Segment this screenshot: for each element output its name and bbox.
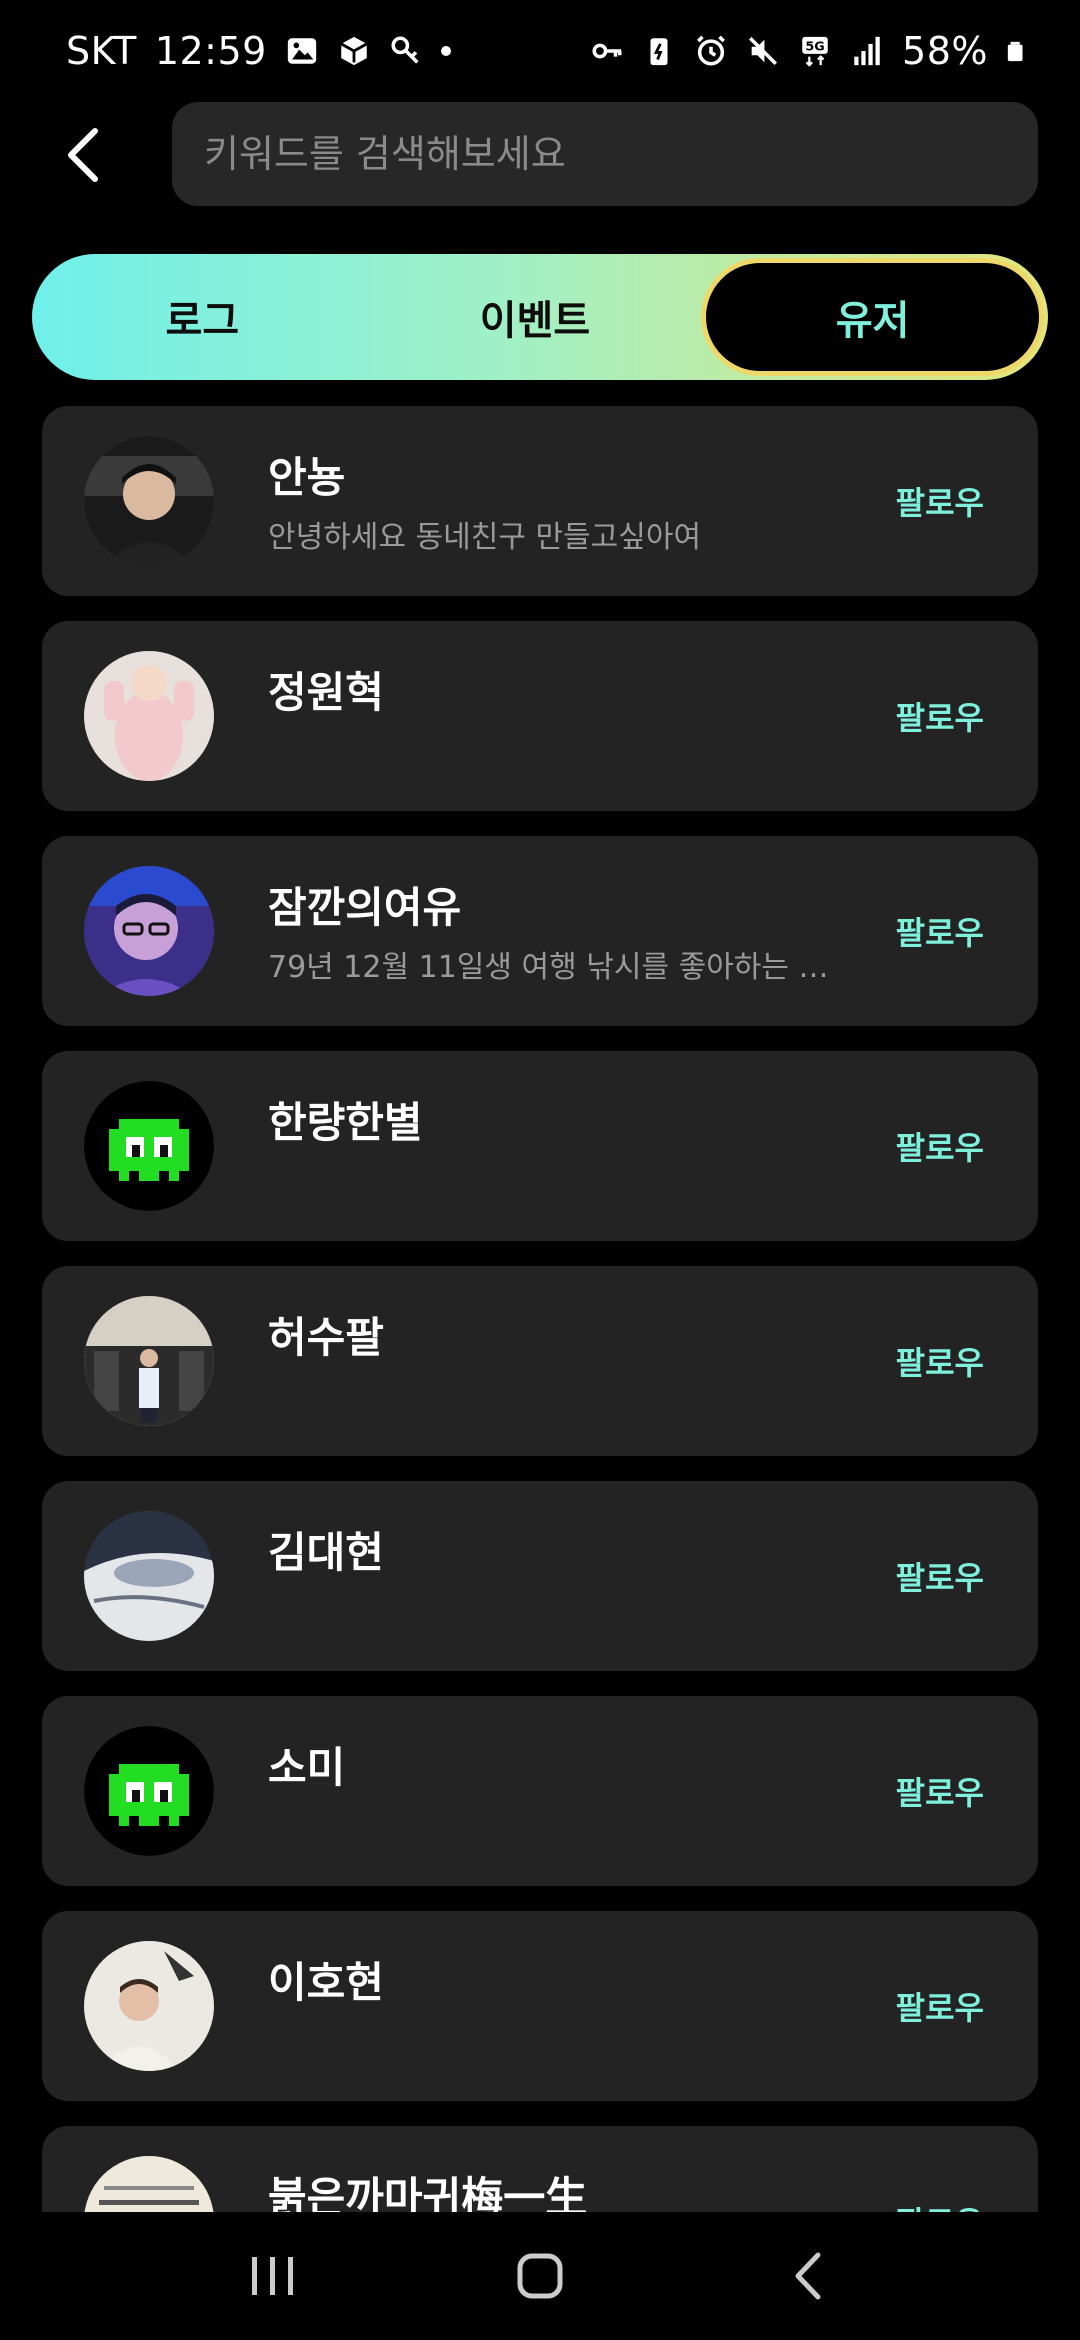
svg-text:5G: 5G <box>805 39 824 54</box>
key-icon <box>592 43 622 59</box>
user-card[interactable]: 잠깐의여유 79년 12월 11일생 여행 낚시를 좋아하는 미... 팔로우 <box>42 836 1038 1026</box>
avatar-photo-paper <box>84 2156 214 2212</box>
user-name: 안뇽 <box>268 453 346 502</box>
avatar-photo-selfie <box>84 866 214 996</box>
avatar[interactable] <box>84 1941 214 2071</box>
gallery-icon <box>287 38 316 64</box>
follow-button[interactable]: 팔로우 <box>896 478 984 524</box>
home-icon <box>517 2253 563 2299</box>
system-nav-bar <box>0 2212 1080 2340</box>
follow-button[interactable]: 팔로우 <box>896 1338 984 1384</box>
battery-saver-icon <box>650 38 668 66</box>
avatar[interactable] <box>84 1511 214 1641</box>
tab-user[interactable]: 유저 <box>701 258 1045 376</box>
back-button[interactable] <box>48 120 118 190</box>
user-name: 소미 <box>268 1743 346 1792</box>
chevron-left-icon <box>68 128 98 182</box>
sync-icon <box>391 36 419 64</box>
status-right: 5G 58% <box>590 29 1028 73</box>
user-name: 잠깐의여유 <box>268 883 462 932</box>
category-tabs: 로그 이벤트 유저 <box>32 254 1048 380</box>
search-input[interactable] <box>204 132 1006 176</box>
follow-button[interactable]: 팔로우 <box>896 2198 984 2212</box>
follow-button[interactable]: 팔로우 <box>896 693 984 739</box>
green-invader-icon <box>84 1726 214 1856</box>
signal-icon <box>854 36 880 66</box>
avatar-photo-car <box>84 1511 214 1641</box>
user-name: 김대현 <box>268 1528 384 1577</box>
clock: 12:59 <box>154 29 267 73</box>
green-invader-icon <box>84 1081 214 1211</box>
user-card[interactable]: 소미 팔로우 <box>42 1696 1038 1886</box>
alarm-icon <box>697 35 726 66</box>
tab-log[interactable]: 로그 <box>36 258 369 376</box>
user-card[interactable]: 정원혁 팔로우 <box>42 621 1038 811</box>
battery-icon <box>1007 41 1023 62</box>
user-name: 한량한별 <box>268 1098 423 1147</box>
user-name: 붉은까마귀梅一生 <box>268 2173 588 2212</box>
avatar[interactable] <box>84 2156 214 2212</box>
search-box[interactable] <box>172 102 1038 206</box>
user-card[interactable]: 안뇽 안녕하세요 동네친구 만들고싶아여 팔로우 <box>42 406 1038 596</box>
user-bio: 안녕하세요 동네친구 만들고싶아여 <box>268 520 702 555</box>
avatar-photo-office <box>84 1941 214 2071</box>
follow-button[interactable]: 팔로우 <box>896 908 984 954</box>
user-list[interactable]: 안뇽 안녕하세요 동네친구 만들고싶아여 팔로우 정원혁 팔로우 잠깐의여유 7… <box>42 406 1038 2212</box>
follow-button[interactable]: 팔로우 <box>896 1123 984 1169</box>
recent-apps-button[interactable] <box>223 2236 323 2316</box>
back-arrow-icon <box>795 2252 821 2300</box>
5g-icon: 5G <box>802 36 828 67</box>
avatar-photo-store <box>84 1296 214 1426</box>
carrier-label: SKT <box>66 29 137 73</box>
avatar[interactable] <box>84 436 214 566</box>
header <box>0 102 1080 212</box>
system-back-button[interactable] <box>757 2236 857 2316</box>
avatar[interactable] <box>84 1296 214 1426</box>
user-card[interactable]: 붉은까마귀梅一生 팔로우 <box>42 2126 1038 2212</box>
box-icon <box>340 36 368 66</box>
follow-button[interactable]: 팔로우 <box>896 1768 984 1814</box>
avatar-photo-baby <box>84 651 214 781</box>
notification-dot <box>440 46 451 56</box>
status-bar: SKT 12:59 5G 58% <box>0 0 1080 102</box>
avatar[interactable] <box>84 1081 214 1211</box>
tab-event[interactable]: 이벤트 <box>369 258 702 376</box>
user-card[interactable]: 한량한별 팔로우 <box>42 1051 1038 1241</box>
user-name: 정원혁 <box>268 668 384 717</box>
user-card[interactable]: 이호현 팔로우 <box>42 1911 1038 2101</box>
avatar[interactable] <box>84 866 214 996</box>
home-button[interactable] <box>490 2236 590 2316</box>
user-card[interactable]: 김대현 팔로우 <box>42 1481 1038 1671</box>
recent-apps-icon <box>252 2257 294 2295</box>
user-name: 이호현 <box>268 1958 384 2007</box>
user-bio: 79년 12월 11일생 여행 낚시를 좋아하는 미... <box>268 950 848 985</box>
user-name: 허수팔 <box>268 1313 384 1362</box>
follow-button[interactable]: 팔로우 <box>896 1553 984 1599</box>
status-left: SKT 12:59 <box>66 29 451 73</box>
mute-icon <box>749 36 778 66</box>
follow-button[interactable]: 팔로우 <box>896 1983 984 2029</box>
avatar-photo-person <box>84 436 214 566</box>
battery-percent: 58% <box>902 29 988 73</box>
screen: SKT 12:59 5G 58% 키워드를 검색해보세요 로그 이벤트 유저 안… <box>0 0 1080 2340</box>
user-card[interactable]: 허수팔 팔로우 <box>42 1266 1038 1456</box>
avatar[interactable] <box>84 1726 214 1856</box>
avatar[interactable] <box>84 651 214 781</box>
